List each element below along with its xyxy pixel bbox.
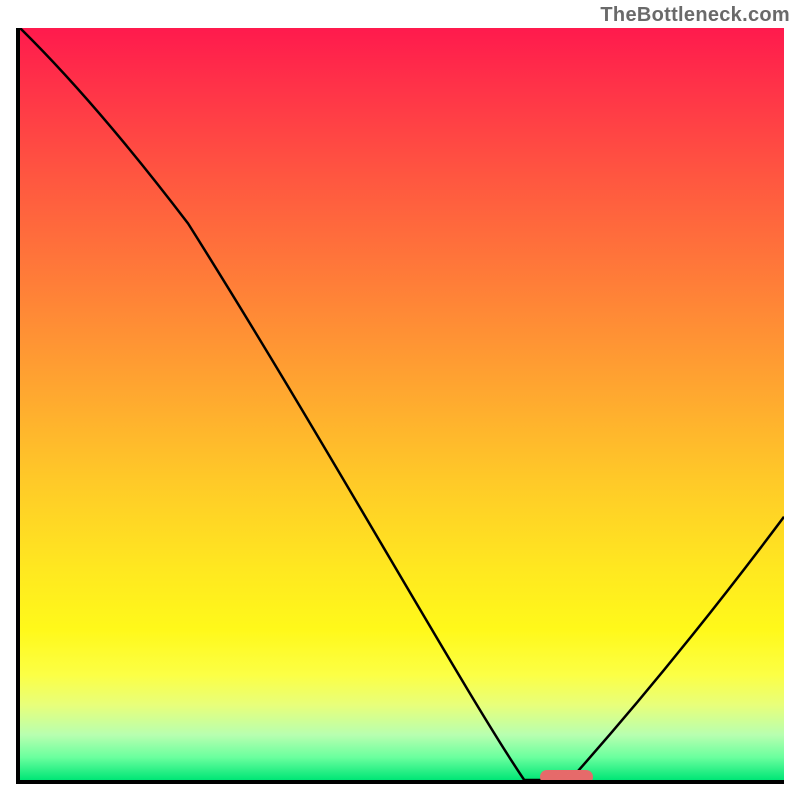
optimal-zone-marker [540, 770, 593, 784]
chart-plot-area [16, 28, 784, 784]
bottleneck-curve [20, 28, 784, 780]
attribution-text: TheBottleneck.com [600, 4, 790, 27]
